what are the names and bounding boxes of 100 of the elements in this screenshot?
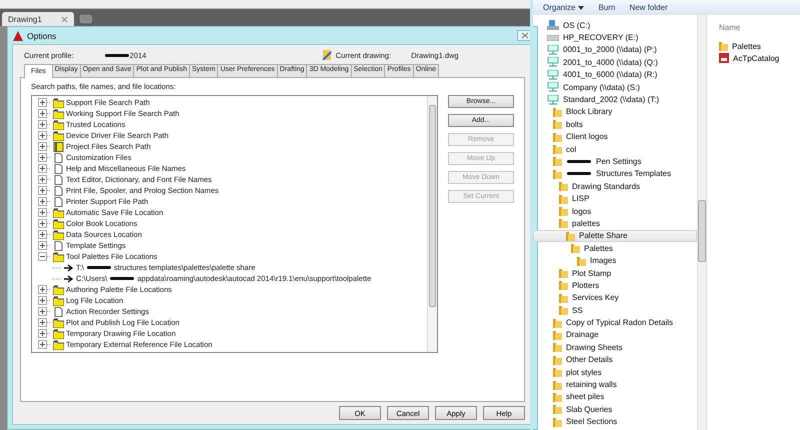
- tree-item[interactable]: Standard_2002 (\\data) (T:): [563, 95, 660, 104]
- scrollbar[interactable]: [427, 96, 437, 352]
- tree-item[interactable]: SS: [572, 306, 583, 315]
- tree-item[interactable]: Block Library: [566, 107, 612, 116]
- arrow-icon: [52, 264, 74, 272]
- drawing-file-icon: [322, 50, 332, 60]
- tree-item[interactable]: Copy of Typical Radon Details: [566, 318, 674, 328]
- tree-item[interactable]: Palettes: [584, 244, 613, 253]
- tree-item[interactable]: 2001_to_4000 (\\data) (Q:): [563, 58, 658, 67]
- expander-icon[interactable]: [38, 318, 51, 327]
- selected-row[interactable]: Palette Share: [533, 230, 697, 242]
- folder-icon: [53, 318, 64, 328]
- expander-icon[interactable]: [38, 142, 51, 151]
- network-drive-icon: [547, 82, 559, 92]
- folder-icon: [559, 268, 568, 278]
- toolbar-button[interactable]: Organize: [543, 3, 584, 12]
- folder-icon: [53, 218, 64, 228]
- folder-icon: [53, 120, 64, 130]
- tree-item[interactable]: sheet piles: [566, 392, 604, 402]
- tree-item[interactable]: Other Details: [566, 355, 613, 364]
- folder-icon: [553, 392, 562, 402]
- network-drive-icon: [547, 44, 559, 55]
- folder-icon: [553, 168, 562, 179]
- tree-item[interactable]: Pen Settings: [596, 156, 642, 166]
- expander-icon[interactable]: [38, 329, 51, 338]
- document-tab[interactable]: Drawing1: [2, 12, 74, 26]
- tree-item[interactable]: palettes: [572, 218, 600, 228]
- expander-icon[interactable]: [38, 131, 51, 140]
- tree-item[interactable]: HP_RECOVERY (E:): [563, 33, 638, 42]
- expander-icon[interactable]: [38, 208, 51, 217]
- folder-icon: [553, 367, 562, 378]
- tree-item[interactable]: plot styles: [566, 368, 602, 377]
- toolbar-button[interactable]: New folder: [629, 3, 668, 12]
- tree-item[interactable]: Plotters: [572, 280, 600, 290]
- folder-icon: [559, 280, 568, 290]
- expander-icon[interactable]: [38, 175, 51, 184]
- expander-icon[interactable]: [38, 340, 51, 349]
- expander-icon[interactable]: [38, 241, 51, 250]
- tree-item[interactable]: Drawing Sheets: [566, 342, 622, 352]
- expander-icon[interactable]: [38, 153, 51, 162]
- expander-icon[interactable]: [38, 98, 51, 107]
- folder-icon: [553, 342, 562, 352]
- tree-item[interactable]: Images: [590, 256, 616, 266]
- document-icon: [53, 306, 64, 316]
- tree-item[interactable]: Services Key: [572, 293, 619, 302]
- folder-icon: [577, 256, 586, 266]
- folder-icon: [553, 144, 562, 154]
- expander-icon[interactable]: [38, 186, 51, 195]
- tree-item[interactable]: retaining walls: [566, 380, 617, 390]
- app-logo-icon: [13, 30, 23, 40]
- document-icon: [53, 164, 64, 174]
- document-icon: [53, 186, 64, 196]
- document-icon: [53, 196, 64, 206]
- folder-icon: [553, 132, 562, 142]
- expander-icon[interactable]: [38, 307, 51, 316]
- tree-item[interactable]: Drawing Standards: [572, 182, 640, 191]
- folder-icon: [553, 380, 562, 390]
- tree-item[interactable]: logos: [572, 206, 592, 216]
- folder-icon: [53, 108, 64, 118]
- folder-icon: [53, 340, 64, 350]
- folder-icon: [553, 119, 562, 130]
- tree-item[interactable]: LISP: [572, 194, 590, 204]
- folder-icon: [53, 284, 64, 294]
- tree-item[interactable]: Drainage: [566, 330, 598, 340]
- expander-icon[interactable]: [38, 164, 51, 173]
- tree-item[interactable]: Plot Stamp: [572, 268, 612, 278]
- toolbar-button[interactable]: Burn: [598, 3, 616, 12]
- expander-icon[interactable]: [38, 230, 51, 239]
- expander-icon[interactable]: [38, 109, 51, 118]
- tree-item[interactable]: OS (C:): [563, 20, 590, 30]
- tree-item[interactable]: Company (\\data) (S:): [563, 82, 640, 92]
- tree-item[interactable]: Slab Queries: [566, 404, 612, 414]
- document-icon: [53, 240, 64, 250]
- expander-icon[interactable]: [38, 197, 51, 206]
- folder-icon: [559, 181, 568, 192]
- expander-icon[interactable]: [38, 296, 51, 305]
- tree-item[interactable]: Steel Sections: [566, 417, 618, 426]
- file-item[interactable]: Palettes: [732, 42, 761, 50]
- folder-icon: [553, 330, 562, 340]
- tree-item[interactable]: Client logos: [566, 132, 608, 142]
- binder-icon: [53, 142, 64, 152]
- expander-icon[interactable]: [38, 120, 51, 129]
- drive-icon: [547, 34, 559, 41]
- tree-item[interactable]: 0001_to_2000 (\\data) (P:): [563, 45, 657, 54]
- tree-item[interactable]: bolts: [566, 120, 583, 129]
- expander-icon[interactable]: [38, 252, 51, 261]
- tree-item[interactable]: col: [566, 144, 576, 154]
- folder-icon: [553, 156, 562, 166]
- expander-icon[interactable]: [38, 285, 51, 294]
- folder-icon: [53, 130, 64, 140]
- file-item[interactable]: AcTpCatalog: [733, 54, 780, 62]
- folder-icon: [553, 354, 562, 365]
- scrollbar[interactable]: [697, 15, 706, 430]
- column-header[interactable]: Name: [719, 23, 800, 32]
- expander-icon[interactable]: [38, 219, 51, 228]
- tree-item[interactable]: Structures Templates: [596, 169, 671, 178]
- row-label: Palette Share: [579, 231, 628, 240]
- tree-item[interactable]: 4001_to_6000 (\\data) (R:): [563, 70, 658, 80]
- folder-icon: [559, 305, 568, 316]
- folder-icon: [571, 243, 580, 254]
